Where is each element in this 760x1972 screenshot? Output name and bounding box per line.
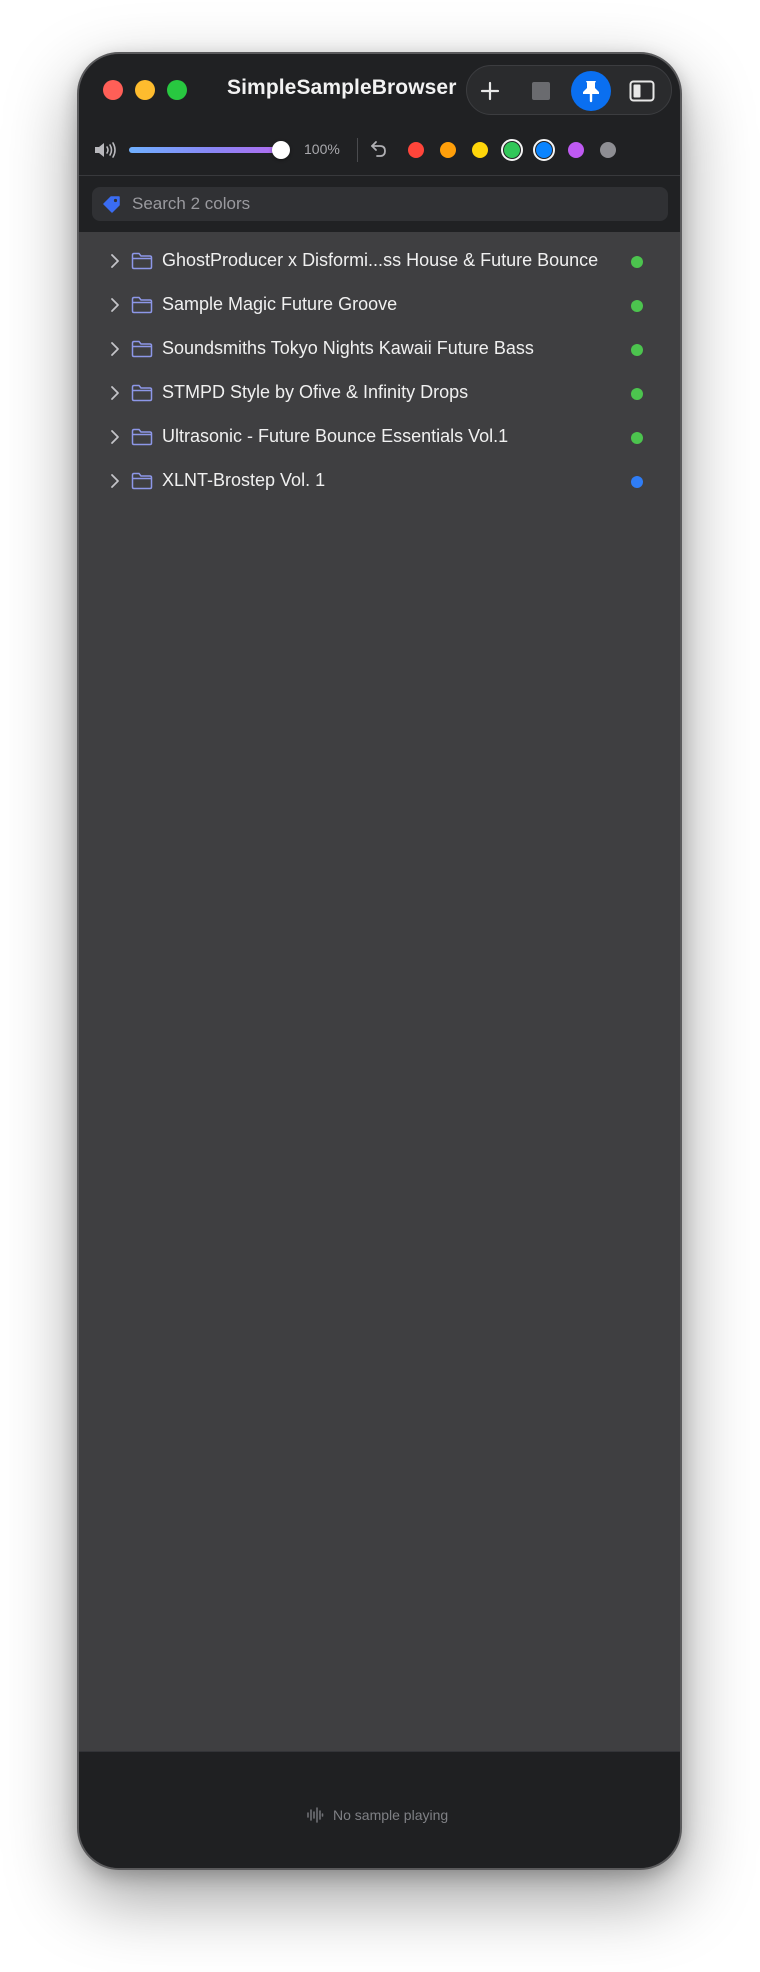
color-filter-green[interactable] bbox=[501, 139, 523, 161]
list-item-name: Sample Magic Future Groove bbox=[162, 294, 398, 314]
chevron-right-icon[interactable] bbox=[109, 385, 121, 401]
color-filter-swatch bbox=[536, 142, 552, 158]
list-item[interactable]: XLNT-Brostep Vol. 1 bbox=[79, 459, 680, 503]
title-bar: SimpleSampleBrowser 100% bbox=[79, 54, 680, 176]
color-tag-dot bbox=[631, 300, 643, 312]
stop-square-icon bbox=[532, 82, 550, 100]
undo-arrow-icon[interactable] bbox=[369, 138, 389, 160]
toolbar-group bbox=[466, 65, 672, 115]
folder-icon bbox=[131, 296, 153, 314]
search-bar bbox=[79, 176, 680, 232]
volume-slider[interactable] bbox=[129, 141, 290, 159]
chevron-right-icon[interactable] bbox=[109, 429, 121, 445]
list-item[interactable]: Sample Magic Future Groove bbox=[79, 283, 680, 327]
player-status-bar: No sample playing bbox=[79, 1751, 680, 1868]
chevron-right-icon[interactable] bbox=[109, 253, 121, 269]
sidebar-toggle-icon bbox=[629, 80, 655, 102]
waveform-icon bbox=[307, 1807, 324, 1823]
list-item-name: GhostProducer x Disformi...ss House & Fu… bbox=[162, 250, 599, 270]
playback-status: No sample playing bbox=[333, 1807, 449, 1823]
minimize-window-button[interactable] bbox=[135, 80, 155, 100]
list-item-name: XLNT-Brostep Vol. 1 bbox=[162, 470, 326, 490]
color-filter-blue[interactable] bbox=[533, 139, 555, 161]
close-window-button[interactable] bbox=[103, 80, 123, 100]
plus-icon bbox=[480, 81, 500, 101]
chevron-right-icon[interactable] bbox=[109, 341, 121, 357]
folder-icon bbox=[131, 340, 153, 358]
add-button[interactable] bbox=[470, 71, 510, 111]
color-filter-swatch bbox=[504, 142, 520, 158]
list-item[interactable]: GhostProducer x Disformi...ss House & Fu… bbox=[79, 239, 680, 283]
color-filter-gray[interactable] bbox=[600, 142, 616, 158]
list-item-name: STMPD Style by Ofive & Infinity Drops bbox=[162, 382, 469, 402]
folder-list: GhostProducer x Disformi...ss House & Fu… bbox=[79, 232, 680, 1802]
color-tag-dot bbox=[631, 476, 643, 488]
folder-icon bbox=[131, 472, 153, 490]
list-item-name: Soundsmiths Tokyo Nights Kawaii Future B… bbox=[162, 338, 534, 358]
pin-window-button[interactable] bbox=[571, 71, 611, 111]
color-filter-orange[interactable] bbox=[440, 142, 456, 158]
folder-icon bbox=[131, 384, 153, 402]
chevron-right-icon[interactable] bbox=[109, 473, 121, 489]
chevron-right-icon[interactable] bbox=[109, 297, 121, 313]
color-filter-yellow[interactable] bbox=[472, 142, 488, 158]
list-item-name: Ultrasonic - Future Bounce Essentials Vo… bbox=[162, 426, 509, 446]
volume-fill bbox=[129, 147, 283, 153]
volume-percent: 100% bbox=[304, 141, 340, 157]
search-input[interactable] bbox=[130, 187, 650, 221]
tag-icon bbox=[103, 196, 120, 213]
color-tag-dot bbox=[631, 344, 643, 356]
search-field[interactable] bbox=[92, 187, 668, 221]
list-item[interactable]: STMPD Style by Ofive & Infinity Drops bbox=[79, 371, 680, 415]
list-item[interactable]: Soundsmiths Tokyo Nights Kawaii Future B… bbox=[79, 327, 680, 371]
toolbar-divider bbox=[357, 138, 358, 162]
color-tag-dot bbox=[631, 432, 643, 444]
pin-icon bbox=[583, 81, 599, 103]
list-item[interactable]: Ultrasonic - Future Bounce Essentials Vo… bbox=[79, 415, 680, 459]
volume-knob[interactable] bbox=[272, 141, 290, 159]
sidebar-toggle-button[interactable] bbox=[622, 71, 662, 111]
speaker-icon[interactable] bbox=[93, 140, 121, 160]
zoom-window-button[interactable] bbox=[167, 80, 187, 100]
color-tag-dot bbox=[631, 388, 643, 400]
window-title: SimpleSampleBrowser bbox=[227, 76, 457, 99]
stop-button[interactable] bbox=[521, 71, 561, 111]
color-tag-dot bbox=[631, 256, 643, 268]
color-filter-purple[interactable] bbox=[568, 142, 584, 158]
folder-icon bbox=[131, 428, 153, 446]
app-window: SimpleSampleBrowser 100% Search 2 colors… bbox=[77, 52, 682, 1870]
color-filter-red[interactable] bbox=[408, 142, 424, 158]
folder-icon bbox=[131, 252, 153, 270]
